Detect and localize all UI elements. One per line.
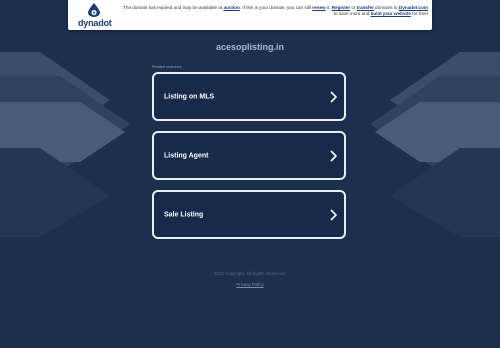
search-tile-sale-listing[interactable]: Sale Listing (152, 190, 346, 239)
expiry-notice-banner: dynadot The domain has expired and may b… (68, 0, 432, 30)
notice-text-4: or (350, 5, 357, 10)
water-drop-icon (88, 3, 100, 17)
right-chevron-decoration (370, 52, 500, 237)
renew-link[interactable]: renew (312, 5, 325, 10)
expiry-notice-text: The domain has expired and may be availa… (116, 5, 428, 17)
register-link[interactable]: Register (332, 5, 350, 10)
notice-text-6: to save more and (333, 11, 371, 17)
build-website-link[interactable]: build your website (371, 11, 411, 16)
notice-text-7: for free! (410, 11, 428, 17)
dynadot-logo[interactable]: dynadot (78, 3, 112, 29)
tile-label: Sale Listing (164, 211, 204, 218)
chevron-right-icon (330, 90, 337, 103)
notice-text-2: . If this is your domain, you can still (239, 5, 313, 10)
search-tile-listing-agent[interactable]: Listing Agent (152, 131, 346, 180)
logo-text: dynadot (78, 18, 112, 28)
notice-text-5: domains to (373, 5, 399, 10)
notice-text-1: The domain has expired and may be availa… (123, 5, 224, 10)
tile-label: Listing Agent (164, 152, 209, 159)
dynadot-com-link[interactable]: Dynadot.com (399, 5, 428, 10)
copyright-text: 2023 Copyright. All Rights Reserved. (214, 271, 286, 276)
chevron-right-icon (330, 208, 337, 221)
transfer-link[interactable]: transfer (357, 5, 374, 10)
privacy-policy-link[interactable]: Privacy Policy (0, 282, 500, 287)
auction-link[interactable]: auction (223, 5, 239, 10)
search-tile-listing-on-mls[interactable]: Listing on MLS (152, 72, 346, 121)
chevron-right-icon (330, 149, 337, 162)
domain-title: acesoplisting.in (215, 42, 284, 52)
left-chevron-decoration (0, 52, 130, 237)
related-searches-label: Related searches (152, 65, 182, 69)
tile-label: Listing on MLS (164, 93, 215, 100)
